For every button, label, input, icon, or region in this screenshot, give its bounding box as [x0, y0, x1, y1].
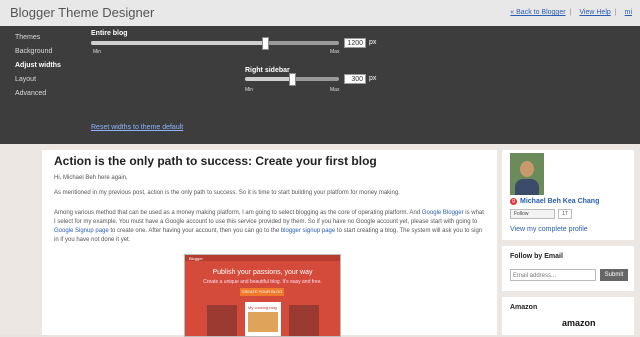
right-sidebar-max: Max — [330, 87, 340, 93]
image-subtext: Create a unique and beautiful blog. It's… — [203, 279, 322, 285]
image-left-card — [207, 305, 237, 336]
google-plus-icon: g — [510, 198, 517, 205]
follow-button[interactable]: Follow — [510, 209, 555, 219]
image-create-button: CREATE YOUR BLOG — [240, 288, 284, 296]
post-title[interactable]: Action is the only path to success: Crea… — [54, 154, 377, 168]
email-field[interactable]: Email address... — [510, 269, 596, 281]
profile-name[interactable]: Michael Beh Kea Chang — [520, 198, 599, 205]
nav-item-background[interactable]: Background — [15, 48, 61, 55]
amazon-title: Amazon — [510, 304, 538, 311]
follow-count: 17 — [558, 209, 572, 219]
profile-widget: g Michael Beh Kea Chang Follow 17 View m… — [502, 150, 634, 240]
blogger-screenshot-image[interactable]: Blogger Publish your passions, your way … — [184, 254, 341, 337]
image-center-card: My cooking blog — [245, 302, 281, 336]
entire-blog-min: Min — [93, 49, 102, 55]
back-to-blogger-link[interactable]: « Back to Blogger — [510, 9, 565, 16]
follow-by-email-widget: Follow by Email Email address... Submit — [502, 246, 634, 291]
app-title: Blogger Theme Designer — [10, 5, 155, 20]
right-sidebar-label: Right sidebar — [245, 67, 290, 74]
nav-item-layout[interactable]: Layout — [15, 76, 61, 83]
top-bar: Blogger Theme Designer « Back to Blogger… — [0, 0, 640, 27]
para2-text-a: Among various method that can be used as… — [54, 210, 422, 216]
follow-by-email-title: Follow by Email — [510, 253, 563, 260]
view-help-link[interactable]: View Help — [579, 9, 610, 16]
nav-item-advanced[interactable]: Advanced — [15, 90, 61, 97]
link-separator: | — [569, 9, 572, 16]
link-separator: | — [614, 9, 617, 16]
entire-blog-unit: px — [369, 39, 377, 46]
blog-preview: Action is the only path to success: Crea… — [0, 144, 640, 337]
right-sidebar-min: Min — [245, 87, 254, 93]
image-headline: Publish your passions, your way — [212, 269, 313, 276]
google-blogger-link[interactable]: Google Blogger — [422, 210, 464, 216]
post-paragraph-2: Among various method that can be used as… — [54, 209, 484, 245]
avatar-face — [520, 161, 534, 177]
nav-item-themes[interactable]: Themes — [15, 34, 61, 41]
nav-item-adjust-widths[interactable]: Adjust widths — [15, 62, 61, 69]
amazon-widget: Amazon amazon — [502, 297, 634, 335]
right-sidebar-unit: px — [369, 75, 377, 82]
image-brand: Blogger — [189, 256, 203, 261]
amazon-logo[interactable]: amazon — [562, 318, 596, 328]
right-sidebar-slider-handle[interactable] — [289, 73, 296, 86]
entire-blog-slider-handle[interactable] — [261, 37, 269, 50]
entire-blog-max: Max — [330, 49, 340, 55]
image-right-card — [289, 305, 319, 336]
blog-post: Action is the only path to success: Crea… — [42, 150, 497, 337]
designer-panel: Themes Background Adjust widths Layout A… — [0, 26, 640, 144]
entire-blog-slider-fill — [91, 41, 265, 45]
post-paragraph-1: As mentioned in my previous post, action… — [54, 190, 400, 196]
right-sidebar-width-input[interactable]: 300 — [344, 74, 366, 84]
reset-widths-link[interactable]: Reset widths to theme default — [91, 124, 183, 131]
right-sidebar-slider-fill — [245, 77, 292, 81]
blogger-signup-link[interactable]: blogger signup page — [281, 228, 335, 234]
submit-button[interactable]: Submit — [600, 269, 628, 281]
top-links: « Back to Blogger | View Help | mi — [502, 9, 632, 16]
right-sidebar-slider[interactable] — [245, 73, 339, 86]
entire-blog-slider[interactable] — [91, 37, 339, 50]
view-profile-link[interactable]: View my complete profile — [510, 226, 588, 233]
avatar-shirt — [515, 179, 539, 195]
entire-blog-width-input[interactable]: 1200 — [344, 38, 366, 48]
profile-avatar[interactable] — [510, 153, 544, 195]
user-link[interactable]: mi — [625, 9, 632, 16]
designer-nav: Themes Background Adjust widths Layout A… — [15, 34, 61, 104]
image-card-title: My cooking blog — [248, 305, 277, 310]
para2-text-c: to create one. After having your account… — [108, 228, 281, 234]
google-signup-link[interactable]: Google Signup page — [54, 228, 109, 234]
post-greeting: Hi, Michael Beh here again, — [54, 175, 128, 181]
image-header-bar: Blogger — [185, 255, 340, 261]
sidebar: g Michael Beh Kea Chang Follow 17 View m… — [502, 150, 634, 335]
entire-blog-label: Entire blog — [91, 30, 128, 37]
image-card-photo — [248, 312, 278, 332]
